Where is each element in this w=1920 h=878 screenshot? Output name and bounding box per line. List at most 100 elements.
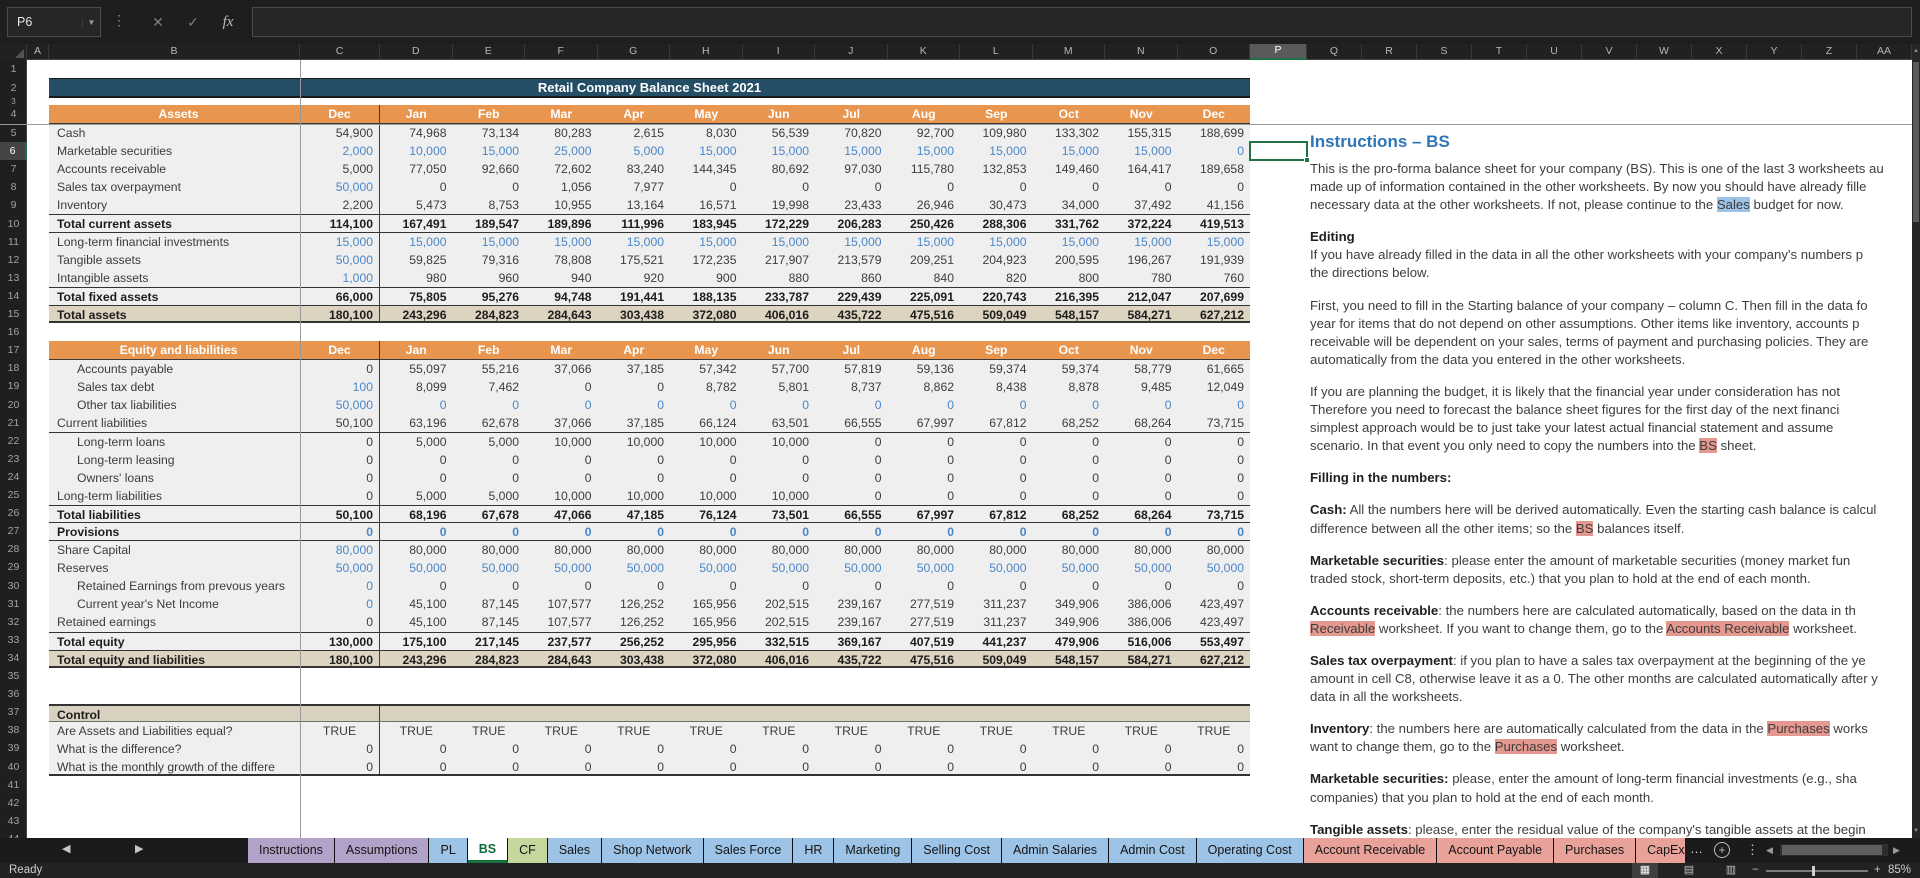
row-label[interactable]: Current liabilities	[49, 414, 300, 431]
cell-value[interactable]: 9,485	[1105, 378, 1178, 396]
cell-value[interactable]: 23,433	[815, 196, 888, 214]
cell-value[interactable]: 68,264	[1105, 506, 1178, 522]
cell-value[interactable]: 2,000	[300, 142, 380, 160]
cell-value[interactable]: 0	[815, 178, 888, 196]
cell-value[interactable]: 0	[815, 740, 888, 758]
row-header-44[interactable]: 44	[0, 830, 27, 838]
cell-value[interactable]: 0	[888, 740, 961, 758]
cell-value[interactable]: 250,426	[888, 215, 961, 231]
cell-value[interactable]: 50,000	[1033, 559, 1106, 577]
cell-value[interactable]: 0	[743, 758, 816, 774]
cell-value[interactable]: 0	[888, 469, 961, 487]
cell-value[interactable]: 0	[1033, 178, 1106, 196]
cell-value[interactable]: 0	[598, 758, 671, 774]
row-header-10[interactable]: 10	[0, 215, 27, 233]
cell-value[interactable]: 50,000	[380, 559, 453, 577]
cell-value[interactable]: 94,748	[525, 288, 598, 305]
column-header-Q[interactable]: Q	[1307, 44, 1362, 60]
cell-value[interactable]: 0	[453, 577, 526, 595]
cell-value[interactable]: 57,342	[670, 360, 743, 378]
cell-value[interactable]: 73,715	[1178, 506, 1251, 522]
cell-value[interactable]: 180,100	[300, 651, 380, 666]
cell-value[interactable]: 92,700	[888, 124, 961, 142]
cell-value[interactable]: 0	[743, 178, 816, 196]
row-label[interactable]: Reserves	[49, 559, 300, 577]
vertical-scrollbar-thumb[interactable]	[1913, 62, 1919, 222]
cell-value[interactable]: 284,643	[525, 306, 598, 321]
cell-value[interactable]: 15,000	[525, 233, 598, 251]
cell-value[interactable]: 5,473	[380, 196, 453, 214]
cell-value[interactable]: 63,501	[743, 414, 816, 431]
cell-value[interactable]: 15,000	[670, 142, 743, 160]
row-header-25[interactable]: 25	[0, 486, 27, 504]
chevron-down-icon[interactable]: ▼	[82, 18, 100, 27]
cell-value[interactable]: 15,000	[960, 142, 1033, 160]
cell-value[interactable]: 15,000	[743, 142, 816, 160]
row-header-12[interactable]: 12	[0, 251, 27, 269]
cell-value[interactable]: 191,441	[598, 288, 671, 305]
cell-value[interactable]: 144,345	[670, 160, 743, 178]
cell-value[interactable]: 820	[960, 269, 1033, 287]
cell-value[interactable]: 0	[1178, 577, 1251, 595]
cell-value[interactable]: 95,276	[453, 288, 526, 305]
cell-value[interactable]: 73,134	[453, 124, 526, 142]
column-header-S[interactable]: S	[1417, 44, 1472, 60]
month-header[interactable]: Aug	[888, 105, 961, 123]
month-header[interactable]: Aug	[888, 341, 961, 359]
row-label[interactable]: Total equity	[49, 633, 300, 650]
cell-value[interactable]: TRUE	[670, 722, 743, 740]
cell-value[interactable]: 202,515	[743, 595, 816, 613]
cell-value[interactable]: 100	[300, 378, 380, 396]
cell-value[interactable]: 243,296	[380, 651, 453, 666]
cell-value[interactable]: 175,521	[598, 251, 671, 269]
row-label[interactable]: Intangible assets	[49, 269, 300, 287]
sheet-tab-account-payable[interactable]: Account Payable	[1437, 838, 1554, 863]
cell-value[interactable]: 10,000	[380, 142, 453, 160]
cell-value[interactable]: 0	[525, 758, 598, 774]
cell-value[interactable]: 73,501	[743, 506, 816, 522]
cell-value[interactable]: 475,516	[888, 306, 961, 321]
cell-value[interactable]: 67,997	[888, 414, 961, 431]
cell-value[interactable]: 548,157	[1033, 306, 1106, 321]
cell-value[interactable]: 202,515	[743, 613, 816, 631]
cell-value[interactable]: 59,136	[888, 360, 961, 378]
row-label[interactable]: Sales tax overpayment	[49, 178, 300, 196]
cell-value[interactable]: 0	[380, 451, 453, 469]
cell-value[interactable]: 34,000	[1033, 196, 1106, 214]
cell-value[interactable]: 0	[300, 451, 380, 469]
sheet-tab-assumptions[interactable]: Assumptions	[335, 838, 430, 863]
cell-value[interactable]: 50,000	[598, 559, 671, 577]
cell-value[interactable]: 5,000	[300, 160, 380, 178]
cell-value[interactable]: 284,823	[453, 651, 526, 666]
cell-value[interactable]: 0	[670, 178, 743, 196]
column-header-I[interactable]: I	[743, 44, 816, 60]
row-label[interactable]: Cash	[49, 124, 300, 142]
row-header-39[interactable]: 39	[0, 739, 27, 757]
row-header-9[interactable]: 9	[0, 196, 27, 214]
cell-value[interactable]: 8,030	[670, 124, 743, 142]
row-label[interactable]: Owners' loans	[49, 469, 300, 487]
cell-value[interactable]: 5,801	[743, 378, 816, 396]
row-header-41[interactable]: 41	[0, 776, 27, 794]
row-header-35[interactable]: 35	[0, 667, 27, 685]
cell-value[interactable]: 0	[960, 523, 1033, 540]
row-header-19[interactable]: 19	[0, 377, 27, 395]
cell-value[interactable]: 303,438	[598, 651, 671, 666]
tab-overflow-ellipsis[interactable]: …	[1690, 841, 1703, 856]
cell-value[interactable]: 0	[300, 740, 380, 758]
month-header[interactable]: May	[670, 105, 743, 123]
cell-value[interactable]: 229,439	[815, 288, 888, 305]
vertical-scrollbar[interactable]: ▲ ▼	[1912, 44, 1920, 838]
row-label[interactable]: Total equity and liabilities	[49, 651, 300, 666]
cell-value[interactable]: 509,049	[960, 306, 1033, 321]
tab-scroll-right-icon[interactable]: ▶	[135, 842, 143, 855]
cell-value[interactable]: 47,066	[525, 506, 598, 522]
enter-icon[interactable]: ✓	[178, 8, 208, 36]
sheet-tab-selling-cost[interactable]: Selling Cost	[912, 838, 1002, 863]
month-header[interactable]: Nov	[1105, 105, 1178, 123]
cell-value[interactable]: 80,000	[815, 541, 888, 559]
cell-value[interactable]: 0	[380, 523, 453, 540]
month-header[interactable]: Apr	[598, 105, 671, 123]
cell-value[interactable]: 15,000	[1105, 233, 1178, 251]
cell-value[interactable]: 0	[598, 740, 671, 758]
